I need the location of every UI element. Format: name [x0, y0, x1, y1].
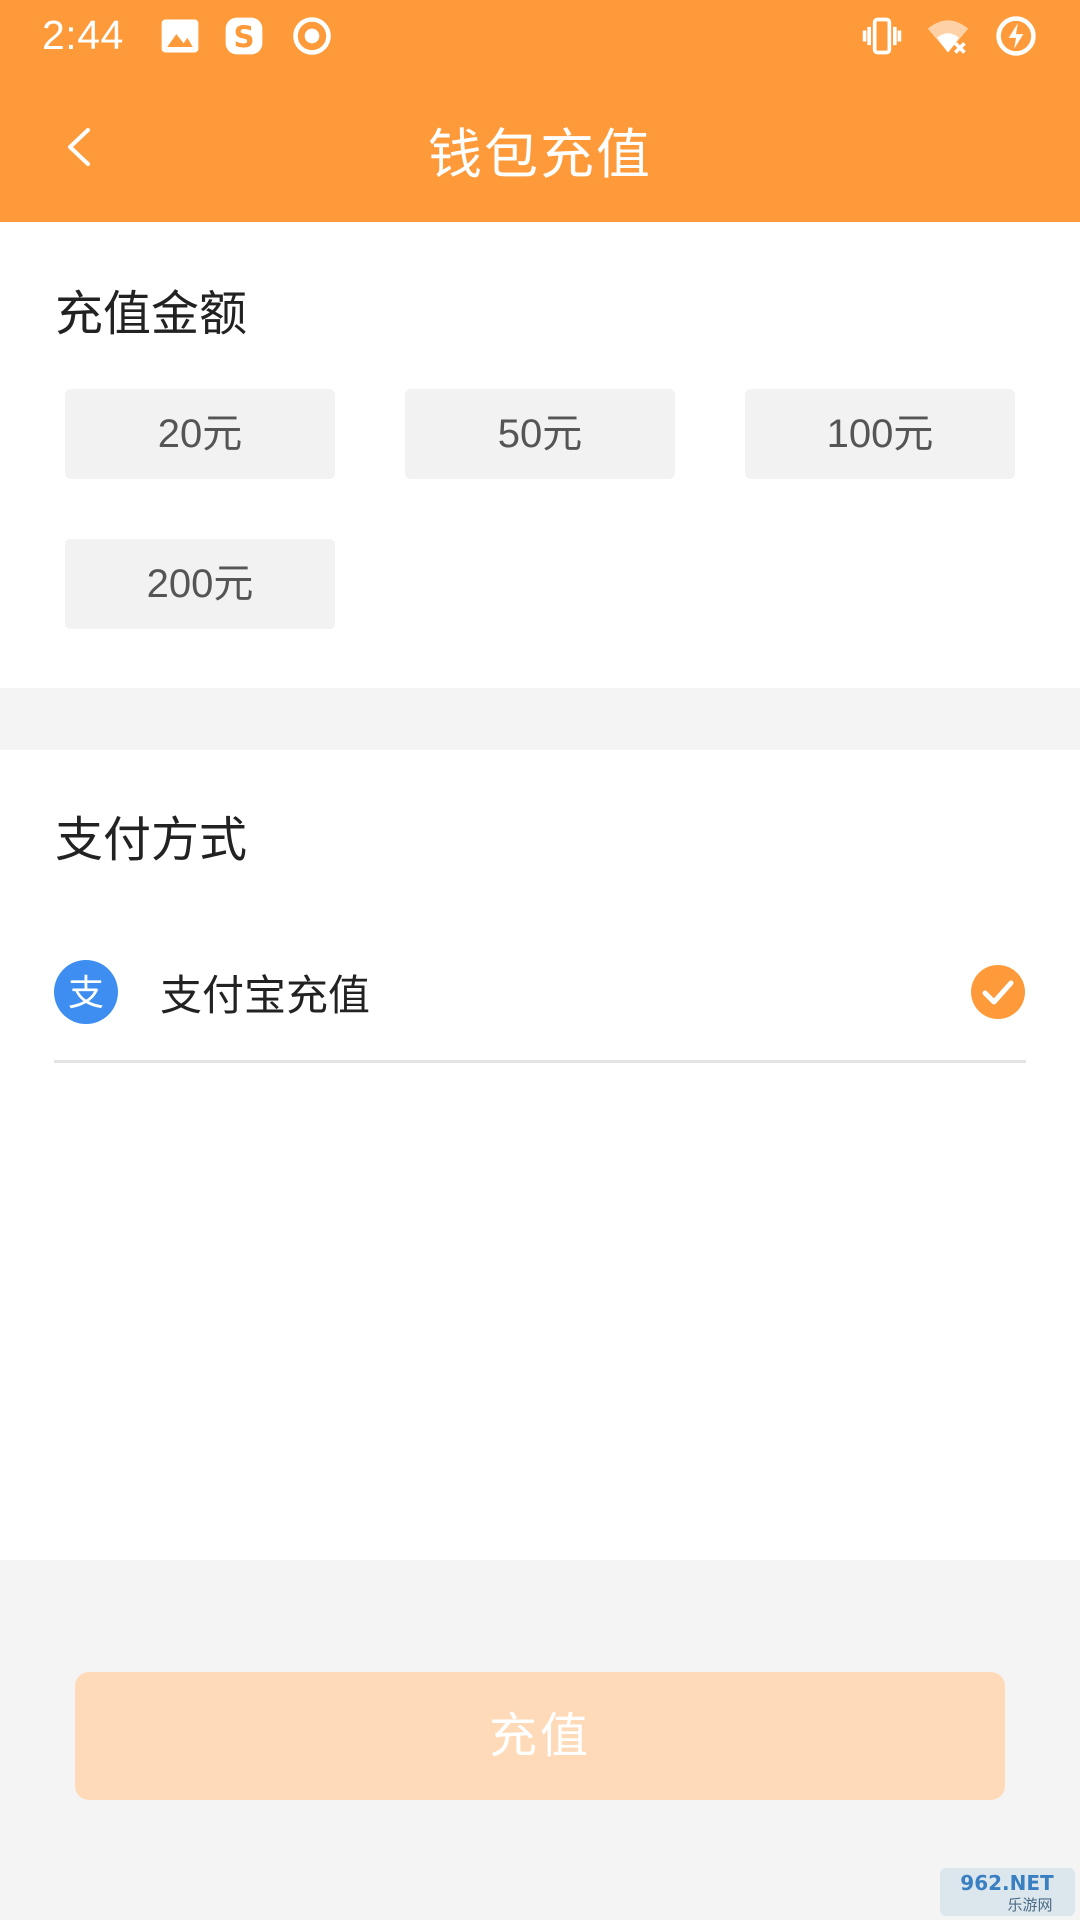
svg-text:962.NET: 962.NET — [960, 1871, 1054, 1895]
alipay-icon-glyph: 支 — [68, 973, 104, 1014]
record-icon — [293, 17, 331, 55]
page-title: 钱包充值 — [428, 123, 652, 186]
payment-section: 支付方式 支 支付宝充值 — [0, 750, 1080, 1560]
wifi-off-icon — [927, 20, 969, 54]
app-header: 2:44 S 钱包充值 — [0, 0, 1080, 222]
svg-text:S: S — [233, 20, 254, 54]
check-circle-icon[interactable] — [970, 964, 1026, 1020]
payment-method-label: 支付宝充值 — [160, 971, 371, 1020]
payment-method-alipay[interactable]: 支 支付宝充值 — [54, 950, 1026, 1063]
nav-bar: 钱包充值 — [0, 72, 1080, 222]
amount-section: 充值金额 20元 50元 100元 200元 — [0, 222, 1080, 688]
alipay-icon: 支 — [54, 960, 118, 1024]
recharge-button[interactable]: 充值 — [75, 1672, 1005, 1800]
amount-option-100[interactable]: 100元 — [745, 389, 1015, 479]
payment-section-title: 支付方式 — [55, 812, 248, 868]
battery-charging-icon — [996, 16, 1036, 56]
amount-option-50[interactable]: 50元 — [405, 389, 675, 479]
status-time: 2:44 — [42, 12, 124, 58]
svg-text:乐游网: 乐游网 — [1007, 1896, 1052, 1914]
sogou-s-icon: S — [225, 17, 263, 55]
site-watermark-logo: 962.NET 乐游网 — [940, 1868, 1075, 1916]
vibrate-icon — [862, 17, 902, 55]
screen: 2:44 S 钱包充值 充值金额 20元 50元 100元 200元 支付方式 … — [0, 0, 1080, 1920]
amount-option-200[interactable]: 200元 — [65, 539, 335, 629]
status-bar: 2:44 S — [0, 0, 1080, 72]
image-icon — [161, 19, 199, 53]
amount-section-title: 充值金额 — [55, 286, 248, 342]
amount-option-20[interactable]: 20元 — [65, 389, 335, 479]
